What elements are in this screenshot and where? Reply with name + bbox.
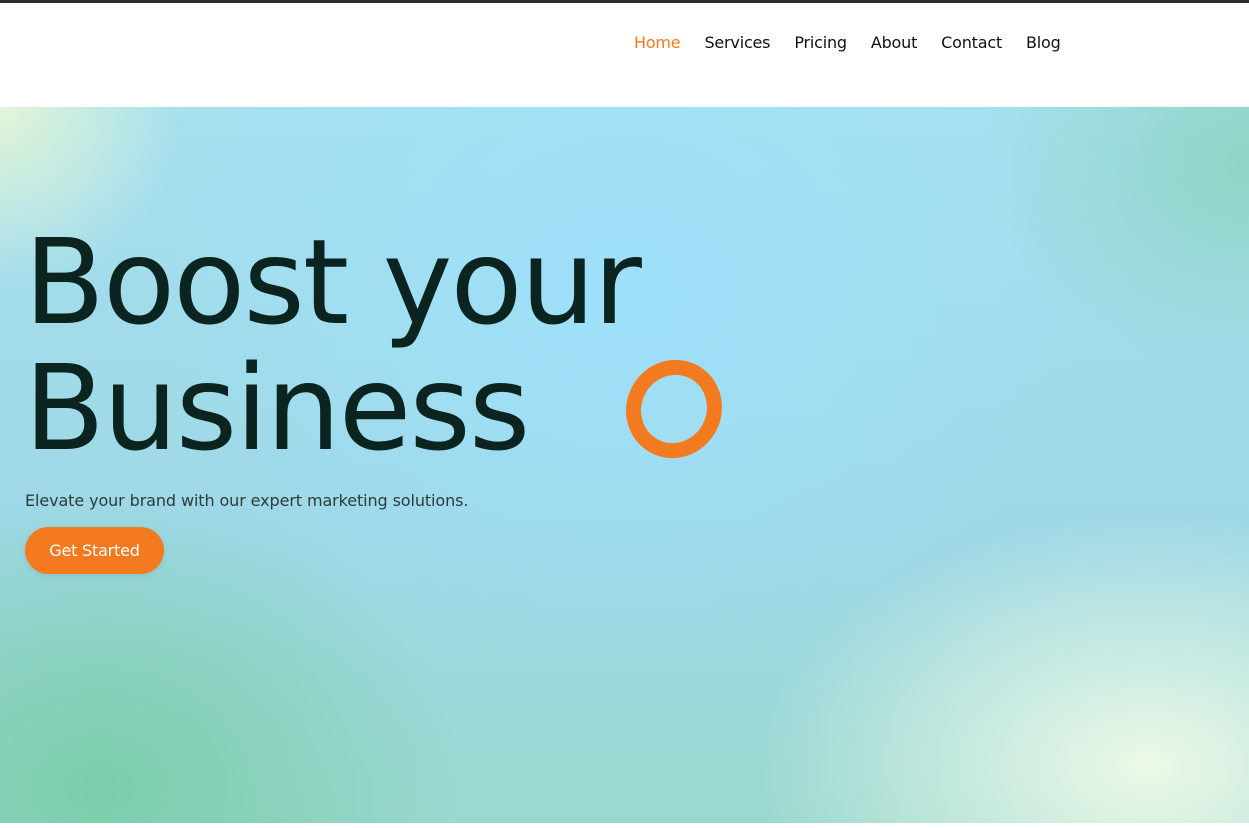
headline-line-2: Business bbox=[24, 339, 530, 477]
nav-item-blog[interactable]: Blog bbox=[1026, 33, 1061, 52]
site-header: Home Services Pricing About Contact Blog bbox=[0, 3, 1249, 107]
bottom-edge bbox=[0, 823, 1249, 828]
get-started-button[interactable]: Get Started bbox=[25, 527, 164, 574]
orange-ring-icon bbox=[626, 359, 722, 459]
nav-item-about[interactable]: About bbox=[871, 33, 918, 52]
main-nav: Home Services Pricing About Contact Blog bbox=[634, 33, 1061, 52]
headline-line-1: Boost your bbox=[24, 213, 642, 351]
hero-subtitle: Elevate your brand with our expert marke… bbox=[25, 491, 469, 510]
nav-item-contact[interactable]: Contact bbox=[941, 33, 1002, 52]
hero-section: Boost your Business Elevate your brand w… bbox=[0, 107, 1249, 823]
nav-item-home[interactable]: Home bbox=[634, 33, 681, 52]
nav-item-services[interactable]: Services bbox=[704, 33, 770, 52]
hero-headline: Boost your Business bbox=[24, 213, 642, 477]
nav-item-pricing[interactable]: Pricing bbox=[794, 33, 847, 52]
